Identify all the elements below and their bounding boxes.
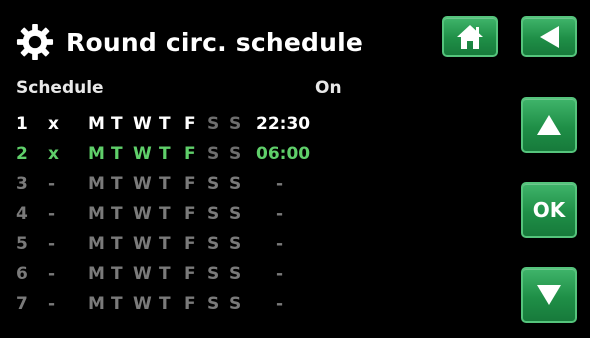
row-on-time: - xyxy=(276,264,284,284)
day-letter: F xyxy=(184,114,196,134)
day-letter: W xyxy=(133,204,152,224)
row-active-flag: - xyxy=(48,264,56,284)
day-letter: S xyxy=(229,144,242,164)
day-letter: S xyxy=(207,114,220,134)
row-active-flag: - xyxy=(48,174,56,194)
schedule-row[interactable]: 2 x M T W T F S S 06:00 xyxy=(0,144,500,168)
schedule-row[interactable]: 6-MTWTFSS- xyxy=(0,264,500,288)
day-letter: W xyxy=(133,294,152,314)
day-letter: W xyxy=(133,114,152,134)
day-letter: M xyxy=(88,294,105,314)
page-title: Round circ. schedule xyxy=(66,27,364,57)
ok-button[interactable]: OK xyxy=(521,182,577,238)
day-letter: S xyxy=(229,204,242,224)
day-letter: F xyxy=(184,204,196,224)
home-icon xyxy=(457,24,483,49)
day-letter: T xyxy=(159,264,171,284)
back-button[interactable] xyxy=(521,16,577,57)
row-on-time: - xyxy=(276,294,284,314)
day-letter: T xyxy=(111,204,123,224)
up-button[interactable] xyxy=(521,97,577,153)
screen: Round circ. schedule OK Schedule On 1xMT… xyxy=(0,0,590,338)
row-number: 5 xyxy=(16,234,28,254)
day-letter: S xyxy=(229,114,242,134)
day-letter: T xyxy=(111,264,123,284)
schedule-row[interactable]: 7-MTWTFSS- xyxy=(0,294,500,318)
day-letter: F xyxy=(184,294,196,314)
day-letter: S xyxy=(207,294,220,314)
day-letter: T xyxy=(159,204,171,224)
day-letter: T xyxy=(111,294,123,314)
up-arrow-icon xyxy=(537,115,561,135)
day-letter: W xyxy=(133,264,152,284)
gear-icon xyxy=(16,23,54,61)
column-header-on: On xyxy=(315,78,342,98)
day-letter: M xyxy=(88,264,105,284)
day-letter: W xyxy=(133,144,152,164)
row-number: 6 xyxy=(16,264,28,284)
day-letter: S xyxy=(229,234,242,254)
day-letter: F xyxy=(184,174,196,194)
day-letter: M xyxy=(88,174,105,194)
day-letter: W xyxy=(133,174,152,194)
day-letter: T xyxy=(111,144,123,164)
day-letter: F xyxy=(184,234,196,254)
row-active-flag: - xyxy=(48,204,56,224)
row-number: 7 xyxy=(16,294,28,314)
column-header-schedule: Schedule xyxy=(16,78,104,98)
day-letter: M xyxy=(88,114,105,134)
row-active-flag: - xyxy=(48,294,56,314)
day-letter: M xyxy=(88,234,105,254)
day-letter: T xyxy=(111,174,123,194)
header: Round circ. schedule xyxy=(16,22,363,62)
day-letter: T xyxy=(159,144,171,164)
row-active-flag: x xyxy=(48,114,59,134)
row-number: 4 xyxy=(16,204,28,224)
day-letter: S xyxy=(207,144,220,164)
day-letter: T xyxy=(111,114,123,134)
day-letter: M xyxy=(88,144,105,164)
day-letter: M xyxy=(88,204,105,224)
down-arrow-icon xyxy=(537,285,561,305)
schedule-row[interactable]: 1 x M T W T F S S 22:30 xyxy=(0,114,500,138)
row-number: 2 xyxy=(16,144,28,164)
day-letter: S xyxy=(207,204,220,224)
day-letter: W xyxy=(133,234,152,254)
day-letter: S xyxy=(207,174,220,194)
day-letter: S xyxy=(229,174,242,194)
day-letter: T xyxy=(159,174,171,194)
day-letter: F xyxy=(184,144,196,164)
row-on-time: - xyxy=(276,234,284,254)
back-arrow-icon xyxy=(540,25,559,48)
row-on-time: 06:00 xyxy=(256,144,311,164)
row-active-flag: - xyxy=(48,234,56,254)
home-button[interactable] xyxy=(442,16,498,57)
schedule-row[interactable]: 3-MTWTFSS- xyxy=(0,174,500,198)
day-letter: S xyxy=(207,264,220,284)
ok-label: OK xyxy=(532,198,566,222)
day-letter: T xyxy=(159,114,171,134)
day-letter: T xyxy=(111,234,123,254)
row-active-flag: x xyxy=(48,144,59,164)
day-letter: F xyxy=(184,264,196,284)
day-letter: S xyxy=(229,264,242,284)
row-on-time: 22:30 xyxy=(256,114,311,134)
down-button[interactable] xyxy=(521,267,577,323)
row-on-time: - xyxy=(276,204,284,224)
row-number: 3 xyxy=(16,174,28,194)
day-letter: S xyxy=(229,294,242,314)
row-number: 1 xyxy=(16,114,28,134)
day-letter: T xyxy=(159,294,171,314)
row-on-time: - xyxy=(276,174,284,194)
schedule-row[interactable]: 5-MTWTFSS- xyxy=(0,234,500,258)
day-letter: T xyxy=(159,234,171,254)
schedule-row[interactable]: 4-MTWTFSS- xyxy=(0,204,500,228)
day-letter: S xyxy=(207,234,220,254)
